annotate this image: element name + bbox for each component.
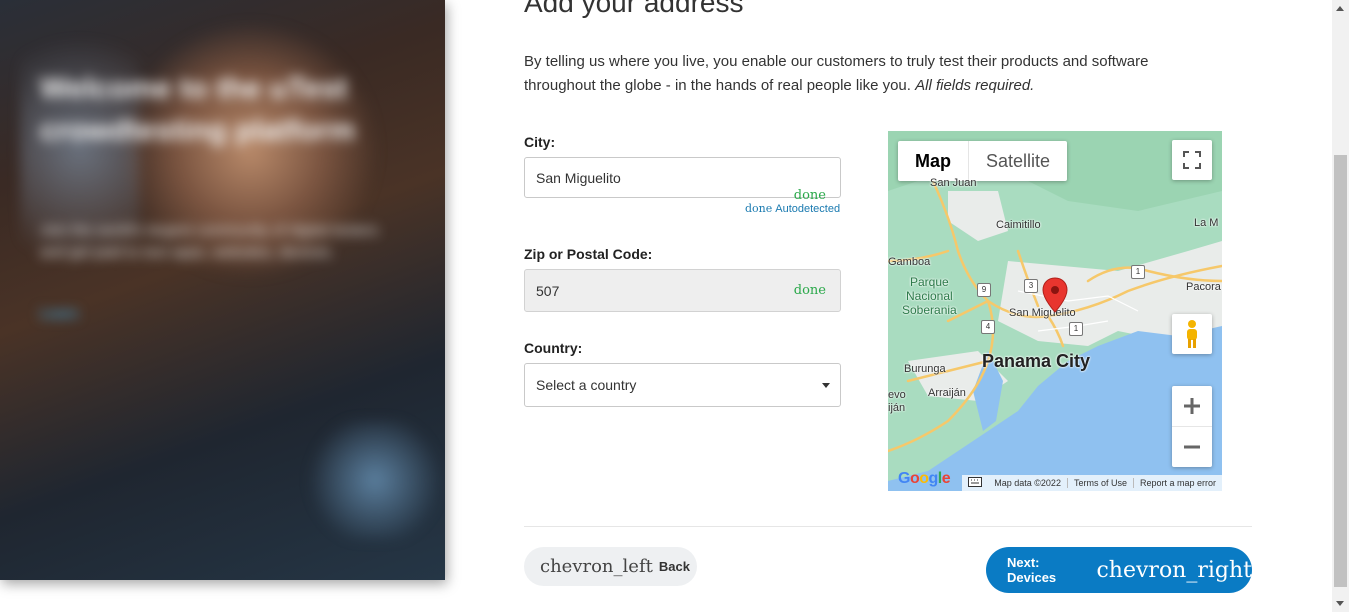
hero-panel: Welcome to the uTest crowdtesting platfo…	[0, 0, 445, 580]
zip-value: 507	[536, 282, 560, 299]
scroll-up-icon[interactable]	[1336, 6, 1344, 11]
hero-headline: Welcome to the uTest crowdtesting platfo…	[40, 72, 356, 147]
country-label: Country:	[524, 340, 583, 356]
map-label-burunga: Burunga	[904, 363, 946, 375]
hero-link: Learn	[40, 305, 79, 321]
next-label: Next: Devices	[1007, 555, 1057, 585]
back-label: Back	[658, 559, 690, 574]
map-pin-icon[interactable]	[1042, 277, 1068, 313]
route-shield: 4	[981, 320, 995, 334]
minus-icon	[1184, 445, 1200, 449]
page-scrollbar[interactable]	[1332, 0, 1349, 612]
map-label-pacora: Pacora	[1186, 281, 1221, 293]
location-map[interactable]: Map Satellite San Juan Caimitillo La M G…	[888, 131, 1222, 491]
map-label-gamboa: Gamboa	[888, 256, 931, 268]
terms-link[interactable]: Terms of Use	[1066, 478, 1133, 488]
map-attribution: Map data ©2022 Terms of Use Report a map…	[962, 475, 1222, 491]
zip-label: Zip or Postal Code:	[524, 246, 653, 262]
fullscreen-button[interactable]	[1172, 140, 1212, 180]
fullscreen-icon	[1183, 151, 1201, 169]
zip-done-icon: done	[793, 283, 826, 298]
chevron-left-icon: chevron_left	[540, 556, 653, 577]
intro-text: By telling us where you live, you enable…	[524, 50, 1224, 98]
chevron-down-icon	[822, 383, 830, 388]
autodetected-text: Autodetected	[775, 203, 841, 215]
required-note: All fields required.	[915, 77, 1035, 94]
scrollbar-thumb[interactable]	[1334, 155, 1347, 587]
map-type-control: Map Satellite	[898, 141, 1068, 181]
zoom-out-button[interactable]	[1172, 427, 1212, 467]
map-label-panama-city: Panama City	[982, 351, 1091, 371]
country-value: Select a country	[536, 377, 637, 393]
map-label-arraijan: Arraiján	[928, 387, 966, 399]
zip-input[interactable]: 507 done	[524, 269, 841, 312]
plus-icon	[1184, 398, 1200, 414]
chevron-right-icon: chevron_right	[1096, 557, 1252, 583]
city-label: City:	[524, 134, 556, 150]
map-type-map-button[interactable]: Map	[898, 141, 969, 181]
autodetect-done-icon: done	[745, 202, 773, 215]
city-input[interactable]: San Miguelito done	[524, 157, 841, 203]
report-error-link[interactable]: Report a map error	[1132, 478, 1222, 488]
map-label-caimitillo: Caimitillo	[996, 219, 1041, 231]
street-view-button[interactable]	[1172, 314, 1212, 354]
back-button[interactable]: chevron_left Back	[524, 547, 697, 586]
map-label-evo: evo iján	[888, 389, 906, 414]
scroll-down-icon[interactable]	[1336, 601, 1344, 606]
intro-body: By telling us where you live, you enable…	[524, 53, 1149, 94]
map-label-la-m: La M	[1194, 217, 1219, 229]
city-done-icon: done	[793, 188, 826, 203]
hero-image: Welcome to the uTest crowdtesting platfo…	[0, 0, 445, 580]
zoom-control	[1172, 386, 1212, 467]
google-logo: Google	[898, 470, 951, 487]
map-label-parque: Parque Nacional Soberania	[902, 275, 957, 317]
zoom-in-button[interactable]	[1172, 386, 1212, 427]
page-title: Add your address	[524, 0, 744, 18]
route-shield: 1	[1131, 265, 1145, 279]
route-shield: 1	[1069, 322, 1083, 336]
map-type-satellite-button[interactable]: Satellite	[969, 141, 1067, 181]
route-shield: 9	[977, 283, 991, 297]
route-shield: 3	[1024, 279, 1038, 293]
country-select[interactable]: Select a country	[524, 363, 841, 407]
map-label-san-juan: San Juan	[930, 177, 977, 189]
pegman-icon	[1187, 320, 1197, 348]
map-data-text: Map data ©2022	[994, 478, 1061, 488]
hero-body: Join the world's largest community of di…	[40, 222, 379, 261]
divider	[524, 526, 1252, 527]
next-devices-button[interactable]: Next: Devices chevron_right	[986, 547, 1252, 593]
keyboard-icon[interactable]	[962, 477, 988, 489]
city-value: San Miguelito	[536, 169, 621, 186]
autodetected-note: done Autodetected	[745, 202, 840, 215]
